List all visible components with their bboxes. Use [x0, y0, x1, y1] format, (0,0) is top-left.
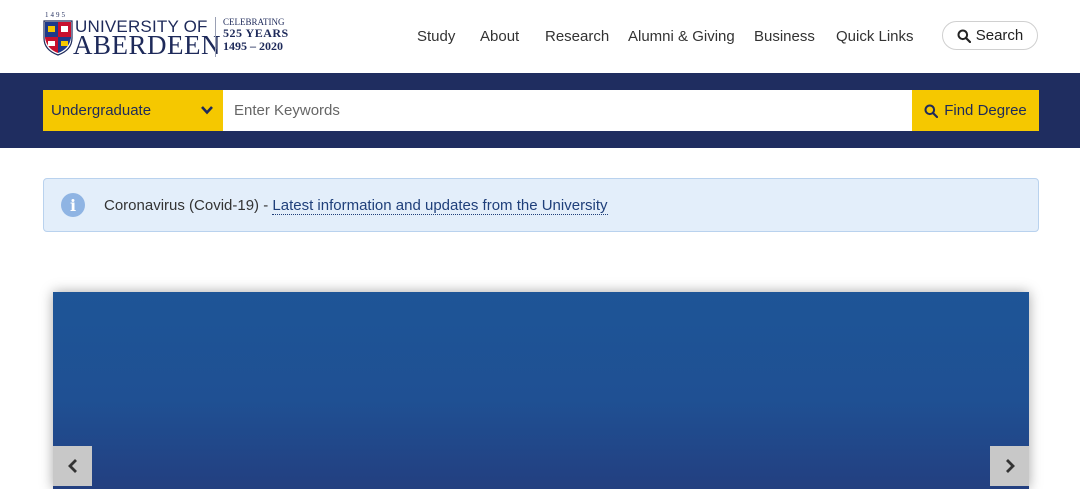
crest-icon [43, 20, 73, 56]
hero-carousel [53, 292, 1029, 489]
carousel-prev-button[interactable] [53, 446, 92, 486]
alert-link[interactable]: Latest information and updates from the … [272, 197, 608, 215]
find-degree-button[interactable]: Find Degree [912, 90, 1039, 131]
search-button-label: Search [975, 27, 1024, 44]
find-degree-label: Find Degree [944, 102, 1027, 119]
hero-slide [53, 292, 1029, 489]
study-level-value: Undergraduate [51, 102, 152, 119]
nav-item-study[interactable]: Study [417, 28, 455, 45]
chevron-left-icon [67, 459, 77, 473]
degree-search-bar: Undergraduate Find Degree [0, 73, 1080, 148]
nav-item-alumni-giving[interactable]: Alumni & Giving [628, 28, 735, 45]
nav-item-research[interactable]: Research [545, 28, 609, 45]
study-level-select[interactable]: Undergraduate [43, 90, 223, 131]
chevron-right-icon [1005, 459, 1015, 473]
anniversary-badge: CELEBRATING 525 YEARS 1495 – 2020 [223, 17, 289, 53]
nav-item-business[interactable]: Business [754, 28, 815, 45]
search-icon [924, 104, 939, 118]
university-logo[interactable]: 1495 UNIVERSITY OF ABERDEEN CELEBRATING … [43, 11, 303, 59]
search-button[interactable]: Search [942, 21, 1038, 50]
alert-text: Coronavirus (Covid-19) - [104, 197, 273, 214]
logo-name-line2: ABERDEEN [73, 30, 221, 60]
keyword-input[interactable] [223, 90, 912, 131]
logo-founding-year: 1495 [45, 11, 67, 19]
chevron-down-icon [201, 106, 213, 115]
anniversary-range: 1495 – 2020 [223, 39, 283, 53]
covid-alert: i Coronavirus (Covid-19) - Latest inform… [43, 178, 1039, 232]
logo-divider [215, 17, 216, 57]
nav-item-about[interactable]: About [480, 28, 519, 45]
alert-message: Coronavirus (Covid-19) - Latest informat… [104, 197, 608, 215]
site-header: 1495 UNIVERSITY OF ABERDEEN CELEBRATING … [0, 0, 1080, 73]
search-icon [957, 29, 971, 43]
nav-item-quick-links[interactable]: Quick Links [836, 28, 914, 45]
info-icon: i [61, 193, 85, 217]
carousel-next-button[interactable] [990, 446, 1029, 486]
